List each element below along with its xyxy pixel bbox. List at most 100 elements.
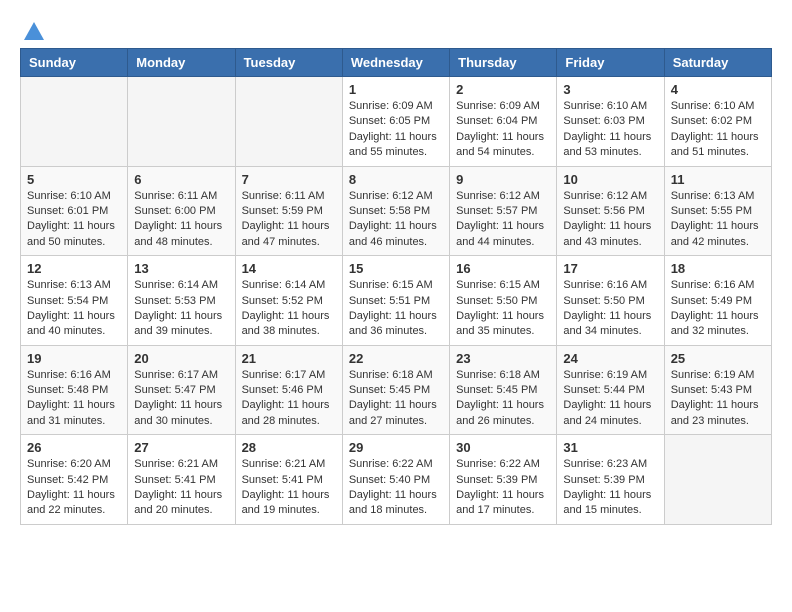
day-info: Sunrise: 6:17 AM Sunset: 5:46 PM Dayligh… <box>242 368 336 430</box>
day-info: Sunrise: 6:18 AM Sunset: 5:45 PM Dayligh… <box>349 368 443 430</box>
logo-icon <box>22 20 46 44</box>
calendar-cell: 3 Sunrise: 6:10 AM Sunset: 6:03 PM Daylig… <box>557 77 664 167</box>
day-number: 2 <box>456 82 550 97</box>
calendar-cell: 30 Sunrise: 6:22 AM Sunset: 5:39 PM Dayli… <box>450 435 557 525</box>
day-number: 12 <box>27 261 121 276</box>
day-number: 20 <box>134 351 228 366</box>
calendar-cell: 5 Sunrise: 6:10 AM Sunset: 6:01 PM Daylig… <box>21 166 128 256</box>
calendar-cell: 8 Sunrise: 6:12 AM Sunset: 5:58 PM Daylig… <box>342 166 449 256</box>
day-info: Sunrise: 6:12 AM Sunset: 5:56 PM Dayligh… <box>563 189 657 251</box>
calendar-week-4: 19 Sunrise: 6:16 AM Sunset: 5:48 PM Dayli… <box>21 345 772 435</box>
day-number: 21 <box>242 351 336 366</box>
day-info: Sunrise: 6:23 AM Sunset: 5:39 PM Dayligh… <box>563 457 657 519</box>
weekday-header-thursday: Thursday <box>450 49 557 77</box>
calendar-cell: 19 Sunrise: 6:16 AM Sunset: 5:48 PM Dayli… <box>21 345 128 435</box>
calendar-cell: 29 Sunrise: 6:22 AM Sunset: 5:40 PM Dayli… <box>342 435 449 525</box>
day-number: 25 <box>671 351 765 366</box>
day-info: Sunrise: 6:16 AM Sunset: 5:50 PM Dayligh… <box>563 278 657 340</box>
calendar-cell: 24 Sunrise: 6:19 AM Sunset: 5:44 PM Dayli… <box>557 345 664 435</box>
calendar-cell: 2 Sunrise: 6:09 AM Sunset: 6:04 PM Daylig… <box>450 77 557 167</box>
day-info: Sunrise: 6:10 AM Sunset: 6:02 PM Dayligh… <box>671 99 765 161</box>
calendar-cell: 22Sunrise: 6:18 AM Sunset: 5:45 PM Dayli… <box>342 345 449 435</box>
day-info: Sunrise: 6:22 AM Sunset: 5:39 PM Dayligh… <box>456 457 550 519</box>
calendar-cell <box>235 77 342 167</box>
calendar-cell: 14Sunrise: 6:14 AM Sunset: 5:52 PM Dayli… <box>235 256 342 346</box>
day-number: 8 <box>349 172 443 187</box>
day-info: Sunrise: 6:14 AM Sunset: 5:52 PM Dayligh… <box>242 278 336 340</box>
calendar-cell: 16 Sunrise: 6:15 AM Sunset: 5:50 PM Dayli… <box>450 256 557 346</box>
day-info: Sunrise: 6:12 AM Sunset: 5:57 PM Dayligh… <box>456 189 550 251</box>
calendar-cell: 21 Sunrise: 6:17 AM Sunset: 5:46 PM Dayli… <box>235 345 342 435</box>
calendar-cell: 13 Sunrise: 6:14 AM Sunset: 5:53 PM Dayli… <box>128 256 235 346</box>
day-info: Sunrise: 6:09 AM Sunset: 6:05 PM Dayligh… <box>349 99 443 161</box>
day-number: 16 <box>456 261 550 276</box>
page-header <box>20 20 772 38</box>
day-number: 23 <box>456 351 550 366</box>
day-info: Sunrise: 6:10 AM Sunset: 6:01 PM Dayligh… <box>27 189 121 251</box>
calendar-cell: 11Sunrise: 6:13 AM Sunset: 5:55 PM Dayli… <box>664 166 771 256</box>
day-number: 17 <box>563 261 657 276</box>
calendar-cell: 31Sunrise: 6:23 AM Sunset: 5:39 PM Dayli… <box>557 435 664 525</box>
day-number: 11 <box>671 172 765 187</box>
calendar-cell: 17 Sunrise: 6:16 AM Sunset: 5:50 PM Dayli… <box>557 256 664 346</box>
weekday-header-saturday: Saturday <box>664 49 771 77</box>
day-info: Sunrise: 6:10 AM Sunset: 6:03 PM Dayligh… <box>563 99 657 161</box>
calendar-cell: 26Sunrise: 6:20 AM Sunset: 5:42 PM Dayli… <box>21 435 128 525</box>
day-info: Sunrise: 6:11 AM Sunset: 5:59 PM Dayligh… <box>242 189 336 251</box>
calendar-cell <box>664 435 771 525</box>
day-info: Sunrise: 6:16 AM Sunset: 5:48 PM Dayligh… <box>27 368 121 430</box>
day-number: 4 <box>671 82 765 97</box>
calendar-cell: 28 Sunrise: 6:21 AM Sunset: 5:41 PM Dayli… <box>235 435 342 525</box>
calendar-cell: 10Sunrise: 6:12 AM Sunset: 5:56 PM Dayli… <box>557 166 664 256</box>
day-info: Sunrise: 6:22 AM Sunset: 5:40 PM Dayligh… <box>349 457 443 519</box>
calendar-cell: 25 Sunrise: 6:19 AM Sunset: 5:43 PM Dayli… <box>664 345 771 435</box>
day-number: 24 <box>563 351 657 366</box>
weekday-header-friday: Friday <box>557 49 664 77</box>
day-info: Sunrise: 6:14 AM Sunset: 5:53 PM Dayligh… <box>134 278 228 340</box>
calendar-week-1: 1 Sunrise: 6:09 AM Sunset: 6:05 PM Daylig… <box>21 77 772 167</box>
weekday-header-tuesday: Tuesday <box>235 49 342 77</box>
weekday-header-sunday: Sunday <box>21 49 128 77</box>
day-number: 5 <box>27 172 121 187</box>
day-number: 27 <box>134 440 228 455</box>
day-number: 15 <box>349 261 443 276</box>
calendar-cell: 9 Sunrise: 6:12 AM Sunset: 5:57 PM Daylig… <box>450 166 557 256</box>
day-info: Sunrise: 6:20 AM Sunset: 5:42 PM Dayligh… <box>27 457 121 519</box>
day-number: 18 <box>671 261 765 276</box>
day-info: Sunrise: 6:21 AM Sunset: 5:41 PM Dayligh… <box>242 457 336 519</box>
day-number: 30 <box>456 440 550 455</box>
calendar-week-2: 5 Sunrise: 6:10 AM Sunset: 6:01 PM Daylig… <box>21 166 772 256</box>
day-number: 29 <box>349 440 443 455</box>
day-info: Sunrise: 6:12 AM Sunset: 5:58 PM Dayligh… <box>349 189 443 251</box>
calendar-cell: 27 Sunrise: 6:21 AM Sunset: 5:41 PM Dayli… <box>128 435 235 525</box>
calendar-cell: 12Sunrise: 6:13 AM Sunset: 5:54 PM Dayli… <box>21 256 128 346</box>
day-info: Sunrise: 6:17 AM Sunset: 5:47 PM Dayligh… <box>134 368 228 430</box>
day-info: Sunrise: 6:09 AM Sunset: 6:04 PM Dayligh… <box>456 99 550 161</box>
day-info: Sunrise: 6:21 AM Sunset: 5:41 PM Dayligh… <box>134 457 228 519</box>
calendar-table: SundayMondayTuesdayWednesdayThursdayFrid… <box>20 48 772 525</box>
day-info: Sunrise: 6:16 AM Sunset: 5:49 PM Dayligh… <box>671 278 765 340</box>
day-number: 28 <box>242 440 336 455</box>
day-number: 9 <box>456 172 550 187</box>
weekday-header-monday: Monday <box>128 49 235 77</box>
calendar-cell <box>21 77 128 167</box>
day-number: 1 <box>349 82 443 97</box>
weekday-header-wednesday: Wednesday <box>342 49 449 77</box>
calendar-cell: 6Sunrise: 6:11 AM Sunset: 6:00 PM Daylig… <box>128 166 235 256</box>
day-info: Sunrise: 6:15 AM Sunset: 5:51 PM Dayligh… <box>349 278 443 340</box>
day-number: 19 <box>27 351 121 366</box>
day-info: Sunrise: 6:11 AM Sunset: 6:00 PM Dayligh… <box>134 189 228 251</box>
calendar-week-5: 26Sunrise: 6:20 AM Sunset: 5:42 PM Dayli… <box>21 435 772 525</box>
day-info: Sunrise: 6:15 AM Sunset: 5:50 PM Dayligh… <box>456 278 550 340</box>
day-number: 3 <box>563 82 657 97</box>
calendar-cell: 15 Sunrise: 6:15 AM Sunset: 5:51 PM Dayli… <box>342 256 449 346</box>
logo <box>20 20 46 38</box>
day-info: Sunrise: 6:19 AM Sunset: 5:43 PM Dayligh… <box>671 368 765 430</box>
calendar-cell: 1 Sunrise: 6:09 AM Sunset: 6:05 PM Daylig… <box>342 77 449 167</box>
day-info: Sunrise: 6:18 AM Sunset: 5:45 PM Dayligh… <box>456 368 550 430</box>
calendar-cell <box>128 77 235 167</box>
day-number: 13 <box>134 261 228 276</box>
calendar-cell: 18 Sunrise: 6:16 AM Sunset: 5:49 PM Dayli… <box>664 256 771 346</box>
day-info: Sunrise: 6:19 AM Sunset: 5:44 PM Dayligh… <box>563 368 657 430</box>
day-number: 7 <box>242 172 336 187</box>
